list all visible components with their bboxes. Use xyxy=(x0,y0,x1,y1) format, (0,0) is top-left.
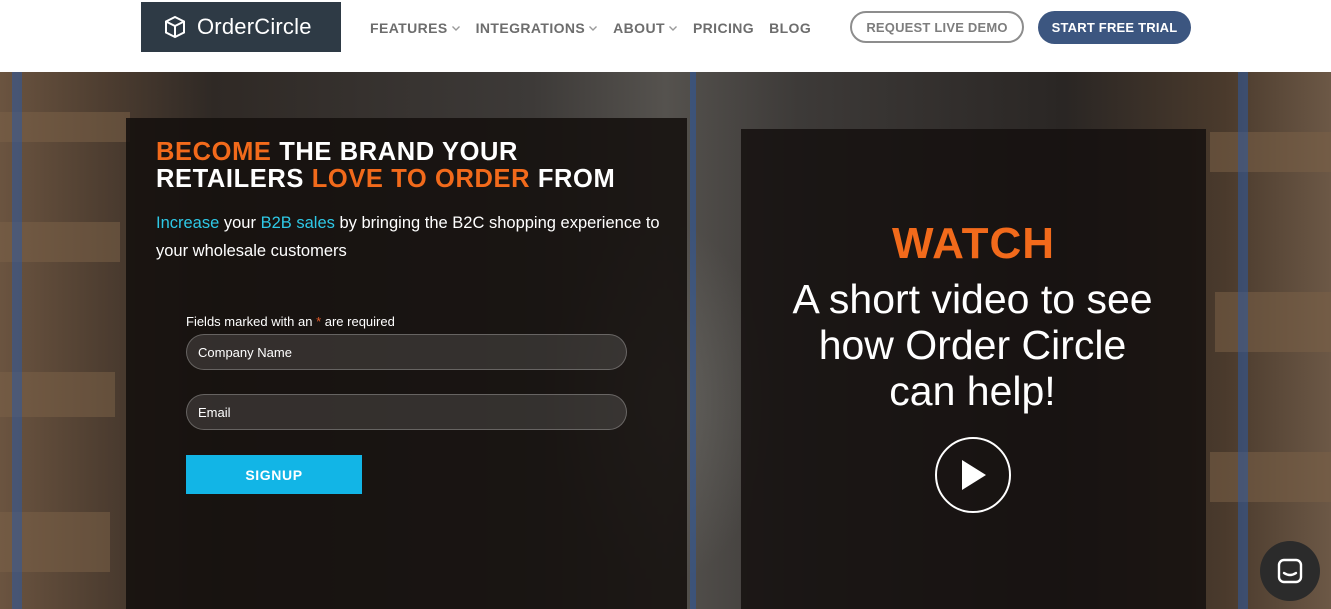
chevron-down-icon xyxy=(589,26,598,31)
required-fields-note: Fields marked with an * are required xyxy=(186,314,395,329)
chat-icon xyxy=(1277,558,1303,584)
note-text: Fields marked with an xyxy=(186,314,317,329)
headline-accent: BECOME xyxy=(156,138,272,166)
background-shelf xyxy=(1215,292,1331,352)
nav-item-label: FEATURES xyxy=(370,20,448,36)
background-shelf xyxy=(1210,452,1331,502)
note-text: are required xyxy=(321,314,395,329)
nav-item-label: PRICING xyxy=(692,20,755,36)
request-demo-button[interactable]: REQUEST LIVE DEMO xyxy=(850,11,1024,43)
hero-headline: BECOME THE BRAND YOUR RETAILERS LOVE TO … xyxy=(156,139,615,193)
play-icon xyxy=(962,460,986,490)
subhead-accent: Increase xyxy=(156,214,220,232)
background-beam xyxy=(1238,72,1248,609)
nav-item-about[interactable]: ABOUT xyxy=(613,20,678,36)
headline-text: THE BRAND YOUR xyxy=(271,138,519,166)
hero-subheadline: Increase your B2B sales by bringing the … xyxy=(156,209,676,265)
nav-item-label: INTEGRATIONS xyxy=(475,20,586,36)
main-nav: FEATURES INTEGRATIONS ABOUT PRICING BLOG xyxy=(370,18,826,38)
subhead-accent: B2B sales xyxy=(260,214,335,232)
start-trial-button[interactable]: START FREE TRIAL xyxy=(1038,11,1191,44)
background-shelf xyxy=(1210,132,1331,172)
box-icon xyxy=(165,15,185,39)
nav-item-label: ABOUT xyxy=(613,20,665,36)
email-field[interactable]: Email xyxy=(186,394,627,430)
brand-logo[interactable]: OrderCircle xyxy=(141,2,341,52)
chevron-down-icon xyxy=(451,26,460,31)
background-beam xyxy=(690,72,696,609)
background-beam xyxy=(12,72,22,609)
headline-text: FROM xyxy=(530,165,616,193)
signup-button[interactable]: SIGNUP xyxy=(186,455,362,494)
nav-item-integrations[interactable]: INTEGRATIONS xyxy=(476,20,599,36)
watch-heading: WATCH xyxy=(891,219,1056,268)
chevron-down-icon xyxy=(668,26,677,31)
play-video-button[interactable] xyxy=(935,437,1011,513)
subhead-text: your xyxy=(219,214,261,232)
video-description: A short video to see how Order Circle ca… xyxy=(792,276,1153,414)
brand-name: OrderCircle xyxy=(197,14,312,39)
nav-item-label: BLOG xyxy=(769,20,812,36)
site-header: OrderCircle FEATURES INTEGRATIONS ABOUT … xyxy=(0,0,1331,72)
nav-item-blog[interactable]: BLOG xyxy=(769,20,811,36)
headline-accent: LOVE TO ORDER xyxy=(311,165,531,193)
chat-launcher-button[interactable] xyxy=(1260,541,1320,601)
headline-text: RETAILERS xyxy=(156,165,312,193)
nav-item-pricing[interactable]: PRICING xyxy=(693,20,754,36)
company-name-field[interactable]: Company Name xyxy=(186,334,627,370)
nav-item-features[interactable]: FEATURES xyxy=(370,20,461,36)
